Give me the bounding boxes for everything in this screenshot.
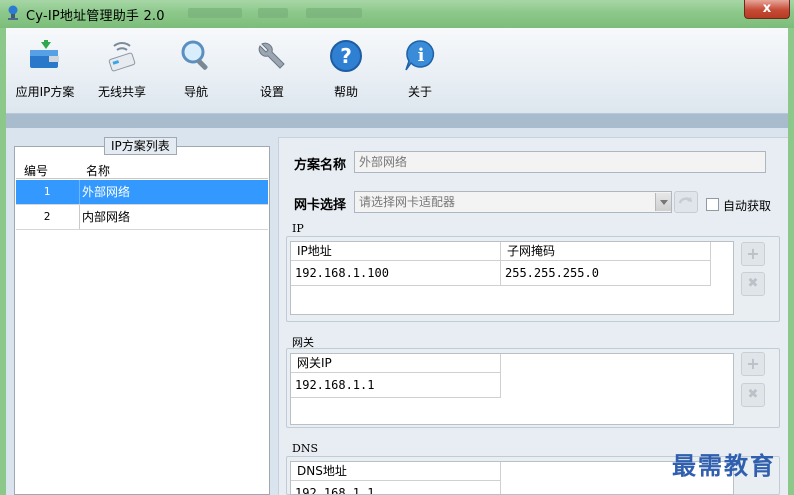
column-separator (79, 205, 80, 229)
refresh-button[interactable] (674, 191, 698, 213)
settings-label: 设置 (259, 85, 284, 99)
plan-row-name: 内部网络 (82, 210, 131, 224)
nic-label: 网卡选择 (294, 198, 347, 213)
help-label: 帮助 (333, 85, 358, 99)
info-icon: i (405, 40, 435, 71)
wrench-icon (258, 42, 285, 69)
column-number[interactable]: 编号 (24, 162, 48, 179)
blurred-region (306, 8, 362, 18)
gateway-ip-cell[interactable]: 192.168.1.1 (291, 373, 501, 398)
plan-row-2[interactable]: 2 内部网络 (16, 205, 268, 229)
title-bar: Cy-IP地址管理助手 2.0 x (0, 0, 794, 28)
dns-address-header[interactable]: DNS地址 (291, 462, 501, 481)
app-icon (8, 5, 18, 20)
ip-address-header[interactable]: IP地址 (291, 242, 501, 261)
settings-button[interactable]: 设置 (252, 38, 292, 110)
help-icon: ? (330, 40, 362, 72)
blurred-region (188, 8, 242, 18)
svg-text:?: ? (340, 44, 352, 68)
ip-grid: IP地址 子网掩码 192.168.1.100 255.255.255.0 (290, 241, 734, 315)
plan-row-name: 外部网络 (82, 185, 131, 199)
toolbar-divider (6, 114, 788, 128)
subnet-mask-cell[interactable]: 255.255.255.0 (501, 261, 711, 286)
plan-list-caption: IP方案列表 (104, 137, 177, 155)
plan-list-header: 编号 名称 (16, 160, 268, 179)
remove-ip-button[interactable]: ✖ (741, 272, 765, 296)
refresh-icon (678, 197, 692, 204)
svg-text:i: i (418, 45, 425, 66)
add-ip-button[interactable]: + (741, 242, 765, 266)
apply-plan-button[interactable]: 应用IP方案 (12, 38, 78, 110)
close-button[interactable]: x (744, 0, 790, 19)
subnet-mask-header[interactable]: 子网掩码 (501, 242, 711, 261)
apply-icon (30, 40, 59, 68)
wireless-share-button[interactable]: 无线共享 (94, 38, 150, 110)
toolbar: 应用IP方案 无线共享 导航 设置 ? 帮助 i 关于 (6, 28, 788, 114)
plan-row-number: 2 (43, 210, 51, 223)
about-button[interactable]: i 关于 (400, 38, 440, 110)
dns-section-caption: DNS (292, 442, 318, 455)
auto-obtain-label: 自动获取 (723, 199, 772, 213)
add-gateway-button[interactable]: + (741, 352, 765, 376)
nic-select[interactable]: 请选择网卡适配器 (354, 191, 672, 213)
search-icon (181, 40, 208, 70)
wireless-share-label: 无线共享 (97, 85, 146, 99)
ip-section-caption: IP (292, 222, 304, 235)
plan-row-number: 1 (43, 185, 51, 198)
about-label: 关于 (407, 85, 432, 99)
ip-address-cell[interactable]: 192.168.1.100 (291, 261, 501, 286)
gateway-ip-header[interactable]: 网关IP (291, 354, 501, 373)
row-divider (16, 229, 268, 230)
plan-row-1[interactable]: 1 外部网络 (16, 180, 268, 204)
blurred-region (258, 8, 288, 18)
watermark: 最需教育 (672, 451, 776, 480)
column-name[interactable]: 名称 (86, 162, 110, 179)
dns-address-cell[interactable]: 192.168.1.1 (291, 481, 501, 494)
help-button[interactable]: ? 帮助 (326, 38, 366, 110)
gateway-grid: 网关IP 192.168.1.1 (290, 353, 734, 425)
wireless-icon (108, 42, 136, 72)
plan-name-input[interactable]: 外部网络 (354, 151, 766, 173)
navigation-label: 导航 (183, 85, 208, 99)
window-title: Cy-IP地址管理助手 2.0 (26, 9, 165, 24)
remove-gateway-button[interactable]: ✖ (741, 383, 765, 407)
auto-obtain-checkbox[interactable] (706, 198, 719, 211)
navigation-button[interactable]: 导航 (176, 38, 216, 110)
column-separator (79, 180, 80, 204)
plan-name-label: 方案名称 (294, 158, 347, 173)
apply-plan-label: 应用IP方案 (15, 85, 75, 99)
dns-grid: DNS地址 192.168.1.1 (290, 461, 734, 495)
chevron-down-icon[interactable] (655, 193, 671, 211)
